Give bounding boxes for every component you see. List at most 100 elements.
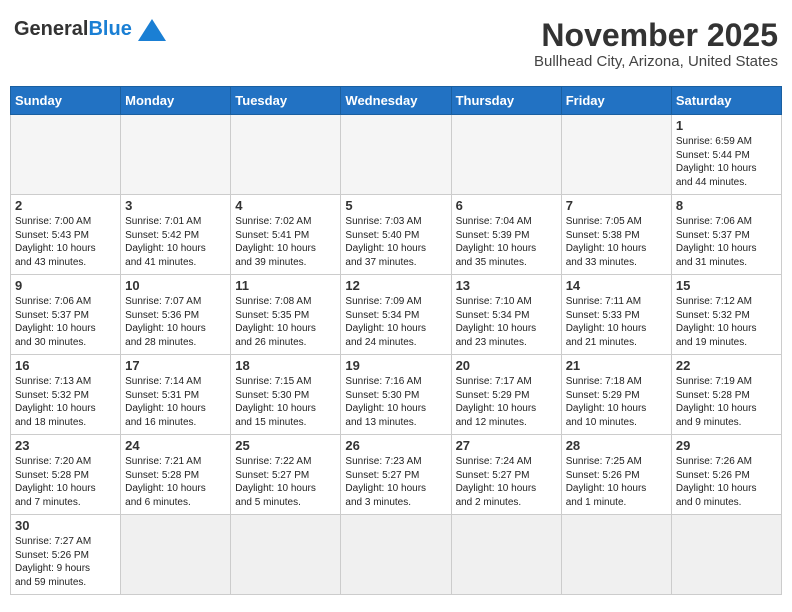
day-info: Sunrise: 7:20 AM Sunset: 5:28 PM Dayligh… [15, 455, 116, 509]
header-tuesday: Tuesday [231, 87, 341, 115]
day-number: 13 [456, 278, 557, 293]
header-monday: Monday [121, 87, 231, 115]
calendar-cell [451, 515, 561, 595]
day-info: Sunrise: 7:19 AM Sunset: 5:28 PM Dayligh… [676, 375, 777, 429]
logo: GeneralBlue [14, 18, 166, 41]
calendar-cell: 8Sunrise: 7:06 AM Sunset: 5:37 PM Daylig… [671, 195, 781, 275]
day-number: 22 [676, 358, 777, 373]
day-info: Sunrise: 7:22 AM Sunset: 5:27 PM Dayligh… [235, 455, 336, 509]
logo-wordmark: GeneralBlue [14, 18, 132, 41]
day-number: 10 [125, 278, 226, 293]
weekday-header-row: Sunday Monday Tuesday Wednesday Thursday… [11, 87, 782, 115]
day-number: 26 [345, 438, 446, 453]
day-number: 27 [456, 438, 557, 453]
day-number: 25 [235, 438, 336, 453]
calendar-cell [341, 115, 451, 195]
day-number: 23 [15, 438, 116, 453]
calendar-cell: 10Sunrise: 7:07 AM Sunset: 5:36 PM Dayli… [121, 275, 231, 355]
calendar-cell: 30 Sunrise: 7:27 AM Sunset: 5:26 PM Dayli… [11, 515, 121, 595]
day-info: Sunrise: 7:11 AM Sunset: 5:33 PM Dayligh… [566, 295, 667, 349]
calendar-cell [11, 115, 121, 195]
day-number: 7 [566, 198, 667, 213]
calendar-cell: 12Sunrise: 7:09 AM Sunset: 5:34 PM Dayli… [341, 275, 451, 355]
day-number: 14 [566, 278, 667, 293]
day-info: Sunrise: 7:10 AM Sunset: 5:34 PM Dayligh… [456, 295, 557, 349]
calendar-week-4: 16Sunrise: 7:13 AM Sunset: 5:32 PM Dayli… [11, 355, 782, 435]
calendar-cell: 21Sunrise: 7:18 AM Sunset: 5:29 PM Dayli… [561, 355, 671, 435]
calendar-cell: 29 Sunrise: 7:26 AM Sunset: 5:26 PM Dayli… [671, 435, 781, 515]
day-number: 12 [345, 278, 446, 293]
day-info: Sunrise: 7:08 AM Sunset: 5:35 PM Dayligh… [235, 295, 336, 349]
logo-triangle [138, 19, 166, 41]
day-info: Sunrise: 7:00 AM Sunset: 5:43 PM Dayligh… [15, 215, 116, 269]
calendar-cell [561, 515, 671, 595]
calendar-cell: 26 Sunrise: 7:23 AM Sunset: 5:27 PM Dayli… [341, 435, 451, 515]
day-info: Sunrise: 7:01 AM Sunset: 5:42 PM Dayligh… [125, 215, 226, 269]
day-number: 4 [235, 198, 336, 213]
day-number: 15 [676, 278, 777, 293]
calendar-cell: 27Sunrise: 7:24 AM Sunset: 5:27 PM Dayli… [451, 435, 561, 515]
day-info: Sunrise: 7:27 AM Sunset: 5:26 PM Dayligh… [15, 535, 116, 589]
calendar-cell: 14 Sunrise: 7:11 AM Sunset: 5:33 PM Dayli… [561, 275, 671, 355]
calendar-cell: 5 Sunrise: 7:03 AM Sunset: 5:40 PM Daylig… [341, 195, 451, 275]
calendar-week-5: 23 Sunrise: 7:20 AM Sunset: 5:28 PM Dayli… [11, 435, 782, 515]
calendar-cell: 25 Sunrise: 7:22 AM Sunset: 5:27 PM Dayli… [231, 435, 341, 515]
day-number: 17 [125, 358, 226, 373]
calendar-cell: 18 Sunrise: 7:15 AM Sunset: 5:30 PM Dayli… [231, 355, 341, 435]
calendar-cell: 13 Sunrise: 7:10 AM Sunset: 5:34 PM Dayli… [451, 275, 561, 355]
day-info: Sunrise: 7:15 AM Sunset: 5:30 PM Dayligh… [235, 375, 336, 429]
calendar-cell: 17Sunrise: 7:14 AM Sunset: 5:31 PM Dayli… [121, 355, 231, 435]
calendar-cell [231, 515, 341, 595]
day-info: Sunrise: 7:16 AM Sunset: 5:30 PM Dayligh… [345, 375, 446, 429]
day-info: Sunrise: 7:26 AM Sunset: 5:26 PM Dayligh… [676, 455, 777, 509]
calendar-cell [121, 515, 231, 595]
calendar-cell [451, 115, 561, 195]
logo-general: General [14, 18, 88, 40]
day-number: 5 [345, 198, 446, 213]
calendar-cell: 20Sunrise: 7:17 AM Sunset: 5:29 PM Dayli… [451, 355, 561, 435]
header-wednesday: Wednesday [341, 87, 451, 115]
day-info: Sunrise: 7:21 AM Sunset: 5:28 PM Dayligh… [125, 455, 226, 509]
calendar-cell: 16Sunrise: 7:13 AM Sunset: 5:32 PM Dayli… [11, 355, 121, 435]
day-number: 11 [235, 278, 336, 293]
location-subtitle: Bullhead City, Arizona, United States [534, 53, 778, 70]
calendar-cell [121, 115, 231, 195]
calendar-cell: 28Sunrise: 7:25 AM Sunset: 5:26 PM Dayli… [561, 435, 671, 515]
calendar-week-3: 9Sunrise: 7:06 AM Sunset: 5:37 PM Daylig… [11, 275, 782, 355]
day-info: Sunrise: 7:23 AM Sunset: 5:27 PM Dayligh… [345, 455, 446, 509]
calendar-cell: 23 Sunrise: 7:20 AM Sunset: 5:28 PM Dayli… [11, 435, 121, 515]
day-info: Sunrise: 7:25 AM Sunset: 5:26 PM Dayligh… [566, 455, 667, 509]
day-info: Sunrise: 7:17 AM Sunset: 5:29 PM Dayligh… [456, 375, 557, 429]
header-friday: Friday [561, 87, 671, 115]
calendar-cell: 3 Sunrise: 7:01 AM Sunset: 5:42 PM Daylig… [121, 195, 231, 275]
calendar-cell: 1 Sunrise: 6:59 AM Sunset: 5:44 PM Daylig… [671, 115, 781, 195]
calendar-week-2: 2Sunrise: 7:00 AM Sunset: 5:43 PM Daylig… [11, 195, 782, 275]
day-info: Sunrise: 6:59 AM Sunset: 5:44 PM Dayligh… [676, 135, 777, 189]
calendar-table: Sunday Monday Tuesday Wednesday Thursday… [10, 86, 782, 595]
calendar-cell: 11 Sunrise: 7:08 AM Sunset: 5:35 PM Dayli… [231, 275, 341, 355]
logo-icon [138, 19, 166, 41]
day-info: Sunrise: 7:05 AM Sunset: 5:38 PM Dayligh… [566, 215, 667, 269]
calendar-cell: 19 Sunrise: 7:16 AM Sunset: 5:30 PM Dayli… [341, 355, 451, 435]
day-number: 29 [676, 438, 777, 453]
day-info: Sunrise: 7:06 AM Sunset: 5:37 PM Dayligh… [15, 295, 116, 349]
day-info: Sunrise: 7:04 AM Sunset: 5:39 PM Dayligh… [456, 215, 557, 269]
calendar-week-6: 30 Sunrise: 7:27 AM Sunset: 5:26 PM Dayli… [11, 515, 782, 595]
day-number: 24 [125, 438, 226, 453]
day-number: 19 [345, 358, 446, 373]
header-saturday: Saturday [671, 87, 781, 115]
day-number: 6 [456, 198, 557, 213]
day-info: Sunrise: 7:03 AM Sunset: 5:40 PM Dayligh… [345, 215, 446, 269]
day-number: 18 [235, 358, 336, 373]
day-number: 21 [566, 358, 667, 373]
day-number: 3 [125, 198, 226, 213]
day-info: Sunrise: 7:02 AM Sunset: 5:41 PM Dayligh… [235, 215, 336, 269]
calendar-cell: 9Sunrise: 7:06 AM Sunset: 5:37 PM Daylig… [11, 275, 121, 355]
day-number: 16 [15, 358, 116, 373]
page-header: GeneralBlue November 2025 Bullhead City,… [10, 10, 782, 78]
calendar-cell: 22 Sunrise: 7:19 AM Sunset: 5:28 PM Dayli… [671, 355, 781, 435]
day-info: Sunrise: 7:12 AM Sunset: 5:32 PM Dayligh… [676, 295, 777, 349]
day-info: Sunrise: 7:06 AM Sunset: 5:37 PM Dayligh… [676, 215, 777, 269]
day-number: 1 [676, 118, 777, 133]
day-number: 30 [15, 518, 116, 533]
